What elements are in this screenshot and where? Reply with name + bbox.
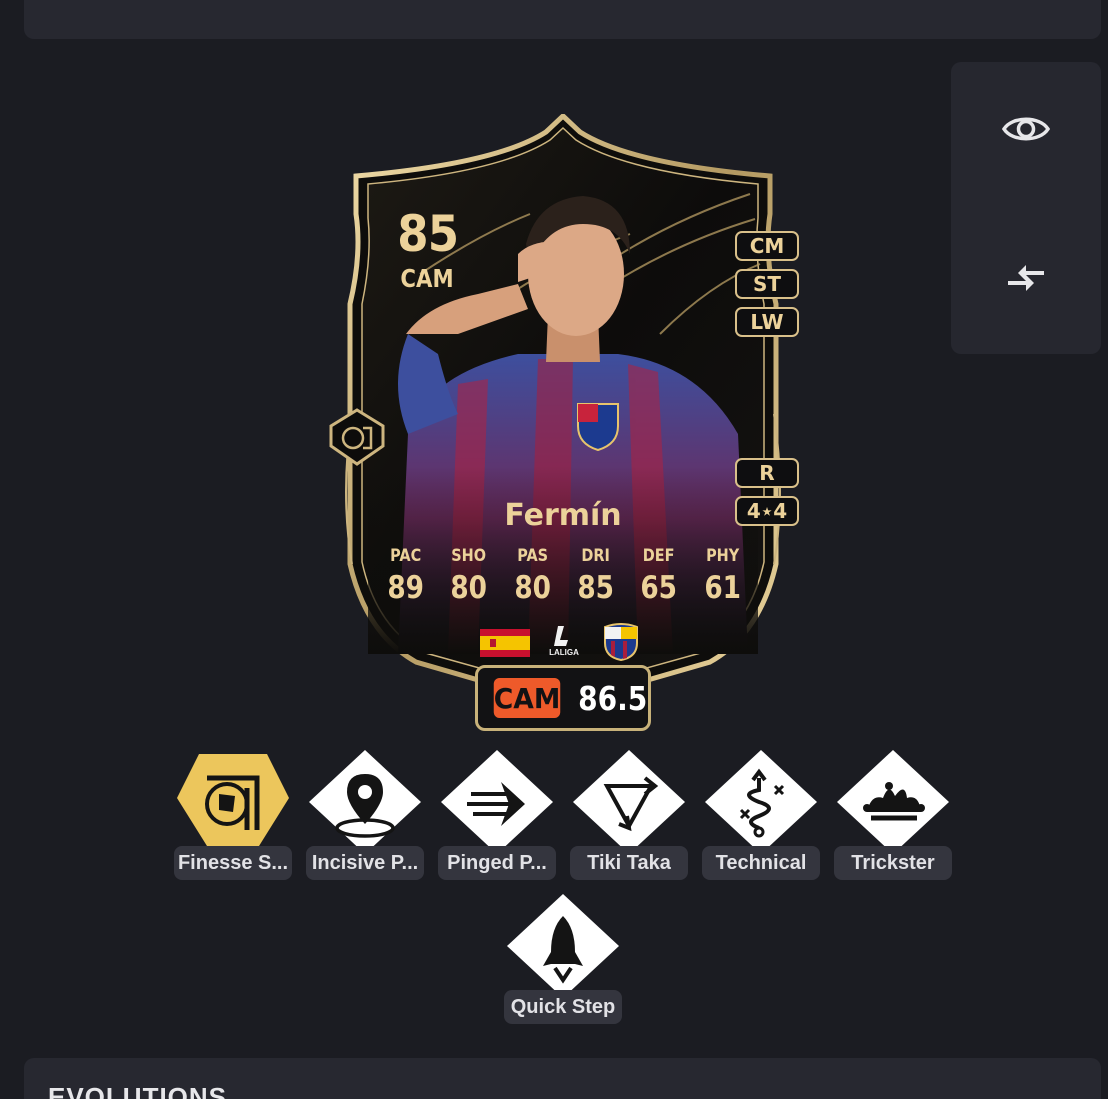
- stat-values: 89 80 80 85 65 61: [374, 570, 754, 606]
- club-crest-icon: [604, 623, 638, 661]
- card-actions-panel: [951, 62, 1101, 354]
- view-eye-icon[interactable]: [996, 99, 1056, 159]
- skill-weakfoot: 4⋆4: [735, 496, 799, 526]
- playstyle-label: Tiki Taka: [570, 846, 688, 880]
- playstyle-label: Pinged P...: [438, 846, 556, 880]
- stat-value-def: 65: [640, 570, 678, 606]
- laliga-logo-icon: LALIGA: [542, 624, 586, 660]
- playstyle-label: Finesse S...: [174, 846, 292, 880]
- playstyle-technical[interactable]: Technical: [700, 750, 822, 884]
- stat-value-sho: 80: [450, 570, 488, 606]
- spain-flag-icon: [480, 629, 530, 657]
- stat-value-pas: 80: [513, 570, 551, 606]
- evolutions-section: EVOLUTIONS: [24, 1058, 1101, 1099]
- chem-position: CAM: [493, 678, 561, 718]
- alt-position-cm: CM: [735, 231, 799, 261]
- player-card[interactable]: 85 CAM CM ST LW R 4⋆4 Fermín PAC SHO PAS…: [329, 114, 799, 694]
- playstyle-finesse-shot[interactable]: Finesse S...: [172, 750, 294, 884]
- stat-label-phy: PHY: [705, 546, 739, 566]
- playstyle-incisive-pass[interactable]: Incisive P...: [304, 750, 426, 884]
- chemistry-rating-badge: CAM 86.5: [475, 665, 651, 731]
- playstyle-label: Technical: [702, 846, 820, 880]
- compare-arrows-icon[interactable]: [996, 248, 1056, 308]
- player-name: Fermín: [504, 498, 622, 533]
- primary-position: CAM: [400, 264, 454, 293]
- playstyle-pinged-pass[interactable]: Pinged P...: [436, 750, 558, 884]
- trickster-icon: [837, 750, 949, 850]
- playstyle-trickster[interactable]: Trickster: [832, 750, 954, 884]
- pinged-pass-icon: [441, 750, 553, 850]
- preferred-foot: R: [735, 458, 799, 488]
- card-playstyle-plus-icon: [329, 408, 385, 466]
- top-panel: [24, 0, 1101, 39]
- playstyle-label: Incisive P...: [306, 846, 424, 880]
- playstyle-label: Trickster: [834, 846, 952, 880]
- playstyle-tiki-taka[interactable]: Tiki Taka: [568, 750, 690, 884]
- chem-value: 86.5: [578, 678, 648, 718]
- finesse-shot-icon: [177, 754, 289, 846]
- tiki-taka-icon: [573, 750, 685, 850]
- stat-label-pas: PAS: [516, 546, 548, 566]
- stat-label-sho: SHO: [451, 546, 487, 566]
- stat-label-dri: DRI: [581, 546, 610, 566]
- stat-value-phy: 61: [703, 570, 741, 606]
- alt-position-st: ST: [735, 269, 799, 299]
- stat-labels: PAC SHO PAS DRI DEF PHY: [374, 546, 754, 566]
- evolutions-title: EVOLUTIONS: [48, 1082, 228, 1099]
- alt-position-lw: LW: [735, 307, 799, 337]
- overall-rating: 85: [397, 205, 459, 263]
- stat-label-pac: PAC: [390, 546, 422, 566]
- stat-value-dri: 85: [577, 570, 614, 606]
- stat-value-pac: 89: [387, 570, 424, 606]
- league-label: LALIGA: [549, 648, 579, 657]
- quick-step-icon: [507, 894, 619, 994]
- stat-label-def: DEF: [643, 546, 675, 566]
- playstyle-quick-step[interactable]: Quick Step: [502, 894, 624, 1028]
- technical-icon: [705, 750, 817, 850]
- incisive-pass-icon: [309, 750, 421, 850]
- playstyle-label: Quick Step: [504, 990, 622, 1024]
